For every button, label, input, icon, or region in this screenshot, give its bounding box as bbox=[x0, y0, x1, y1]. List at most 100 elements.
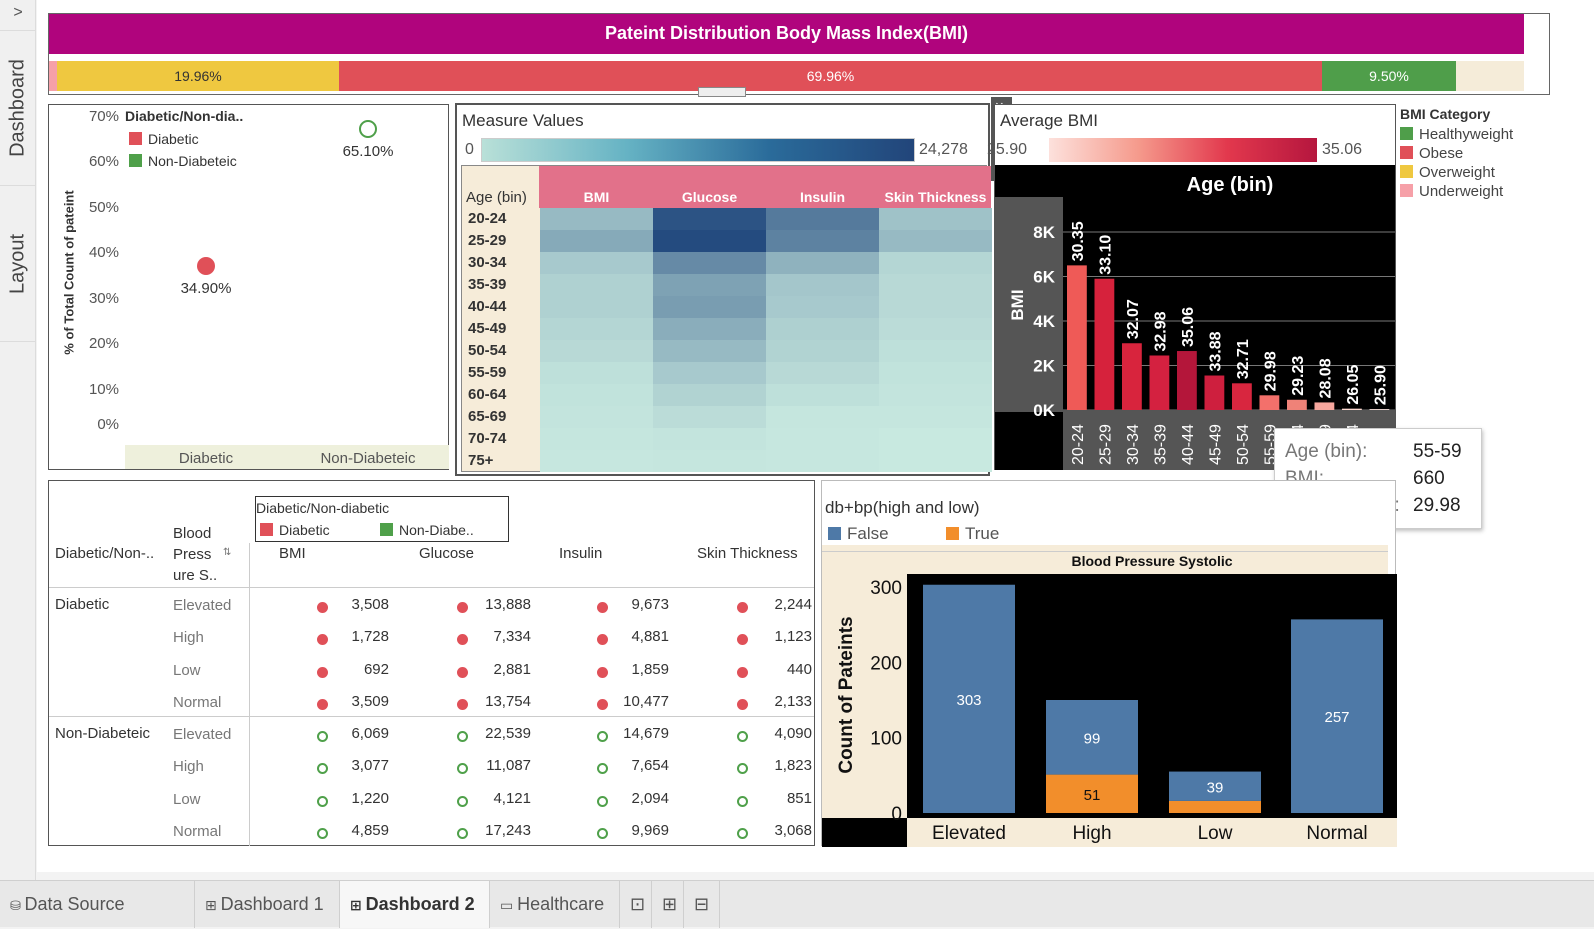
table-cell[interactable]: 13,754 bbox=[441, 693, 531, 710]
column-header[interactable]: Insulin bbox=[766, 189, 879, 205]
heatmap-cell[interactable] bbox=[879, 362, 992, 384]
table-cell[interactable]: 9,673 bbox=[579, 596, 669, 613]
tab-data-source[interactable]: ⛁ Data Source bbox=[0, 881, 195, 928]
heatmap-cell[interactable] bbox=[540, 406, 653, 428]
table-cell[interactable]: 4,881 bbox=[579, 628, 669, 645]
heatmap-cell[interactable] bbox=[540, 340, 653, 362]
table-cell[interactable]: 7,654 bbox=[579, 757, 669, 774]
bar[interactable] bbox=[1204, 375, 1225, 410]
bmi-segment-overweight[interactable]: 19.96% bbox=[57, 61, 339, 91]
legend-item-overweight[interactable]: Overweight bbox=[1400, 164, 1540, 181]
heatmap-cell[interactable] bbox=[766, 318, 879, 340]
heatmap-cell[interactable] bbox=[540, 296, 653, 318]
new-story-button[interactable]: ⊟ bbox=[684, 881, 720, 928]
sidebar-expand-button[interactable]: > bbox=[6, 4, 30, 28]
table-cell[interactable]: 22,539 bbox=[441, 725, 531, 742]
table-cell[interactable]: 1,823 bbox=[722, 757, 812, 774]
table-cell[interactable]: 9,969 bbox=[579, 822, 669, 839]
heatmap-cell[interactable] bbox=[766, 340, 879, 362]
heatmap-cell[interactable] bbox=[879, 208, 992, 230]
tab-dashboard[interactable]: Dashboard bbox=[0, 30, 36, 186]
scatter-point-non-diabetic[interactable] bbox=[359, 120, 377, 139]
table-cell[interactable]: 3,509 bbox=[299, 693, 389, 710]
heatmap-cell[interactable] bbox=[766, 450, 879, 472]
heatmap-cell[interactable] bbox=[653, 208, 766, 230]
table-cell[interactable]: 440 bbox=[722, 661, 812, 678]
column-header[interactable]: Skin Thickness bbox=[879, 189, 992, 205]
heatmap-cell[interactable] bbox=[653, 296, 766, 318]
tab-dashboard-2[interactable]: ⊞ Dashboard 2 bbox=[340, 881, 490, 928]
tab-healthcare[interactable]: ▭ Healthcare bbox=[490, 881, 620, 928]
legend-item-diabetic[interactable]: Diabetic bbox=[260, 522, 330, 538]
heatmap-cell[interactable] bbox=[766, 428, 879, 450]
heatmap-cell[interactable] bbox=[766, 296, 879, 318]
heatmap-cell[interactable] bbox=[879, 340, 992, 362]
heatmap-cell[interactable] bbox=[879, 252, 992, 274]
legend-item-underweight[interactable]: Underweight bbox=[1400, 183, 1540, 200]
table-cell[interactable]: 3,077 bbox=[299, 757, 389, 774]
heatmap-cell[interactable] bbox=[766, 384, 879, 406]
table-cell[interactable]: 4,090 bbox=[722, 725, 812, 742]
heatmap-cell[interactable] bbox=[540, 230, 653, 252]
bmi-segment-underweight[interactable] bbox=[49, 61, 57, 91]
legend-item-true[interactable]: True bbox=[946, 524, 999, 544]
table-cell[interactable]: 692 bbox=[299, 661, 389, 678]
heatmap-cell[interactable] bbox=[653, 274, 766, 296]
heatmap-cell[interactable] bbox=[766, 252, 879, 274]
table-cell[interactable]: 1,728 bbox=[299, 628, 389, 645]
heatmap-cell[interactable] bbox=[540, 318, 653, 340]
column-header[interactable]: Insulin bbox=[559, 545, 602, 562]
heatmap-cell[interactable] bbox=[653, 406, 766, 428]
table-cell[interactable]: 10,477 bbox=[579, 693, 669, 710]
heatmap-cell[interactable] bbox=[540, 252, 653, 274]
heatmap-cell[interactable] bbox=[540, 274, 653, 296]
table-cell[interactable]: 13,888 bbox=[441, 596, 531, 613]
heatmap-cell[interactable] bbox=[766, 230, 879, 252]
heatmap-cell[interactable] bbox=[653, 318, 766, 340]
bar[interactable] bbox=[1314, 402, 1335, 410]
heatmap-cell[interactable] bbox=[653, 362, 766, 384]
bmi-segment-healthyweight[interactable]: 9.50% bbox=[1322, 61, 1456, 91]
heatmap-cell[interactable] bbox=[879, 384, 992, 406]
bar[interactable] bbox=[1067, 265, 1087, 410]
table-cell[interactable]: 2,094 bbox=[579, 790, 669, 807]
bar[interactable] bbox=[1177, 351, 1197, 410]
heatmap-cell[interactable] bbox=[540, 362, 653, 384]
col-header-blood-pressure[interactable]: Blood Press ure S.. bbox=[173, 523, 225, 586]
legend-item-obese[interactable]: Obese bbox=[1400, 145, 1540, 162]
heatmap-cell[interactable] bbox=[879, 296, 992, 318]
bar[interactable] bbox=[1094, 278, 1115, 410]
heatmap-cell[interactable] bbox=[653, 384, 766, 406]
tab-layout[interactable]: Layout bbox=[0, 186, 36, 342]
table-cell[interactable]: 14,679 bbox=[579, 725, 669, 742]
heatmap-cell[interactable] bbox=[653, 450, 766, 472]
column-header[interactable]: Glucose bbox=[653, 189, 766, 205]
heatmap-cell[interactable] bbox=[766, 274, 879, 296]
heatmap-cell[interactable] bbox=[879, 450, 992, 472]
table-cell[interactable]: 1,123 bbox=[722, 628, 812, 645]
table-cell[interactable]: 1,220 bbox=[299, 790, 389, 807]
scatter-point-diabetic[interactable] bbox=[197, 257, 215, 276]
legend-item-false[interactable]: False bbox=[828, 524, 889, 544]
legend-item-non-diabetic[interactable]: Non-Diabe.. bbox=[380, 522, 474, 538]
heatmap-cell[interactable] bbox=[540, 384, 653, 406]
bar[interactable] bbox=[1287, 399, 1307, 410]
bar[interactable] bbox=[1342, 408, 1362, 410]
new-worksheet-button[interactable]: ⊡ bbox=[620, 881, 652, 928]
tab-dashboard-1[interactable]: ⊞ Dashboard 1 bbox=[195, 881, 340, 928]
table-cell[interactable]: 4,121 bbox=[441, 790, 531, 807]
table-cell[interactable]: 851 bbox=[722, 790, 812, 807]
legend-item-diabetic[interactable]: Diabetic bbox=[129, 131, 199, 147]
table-cell[interactable]: 4,859 bbox=[299, 822, 389, 839]
heatmap-cell[interactable] bbox=[540, 428, 653, 450]
column-header[interactable]: BMI bbox=[540, 189, 653, 205]
bar[interactable] bbox=[1259, 395, 1280, 410]
bar[interactable] bbox=[1369, 409, 1390, 410]
table-cell[interactable]: 11,087 bbox=[441, 757, 531, 774]
bar[interactable] bbox=[1149, 355, 1170, 410]
table-cell[interactable]: 1,859 bbox=[579, 661, 669, 678]
column-header[interactable]: Skin Thickness bbox=[697, 545, 798, 562]
table-cell[interactable]: 2,244 bbox=[722, 596, 812, 613]
table-cell[interactable]: 6,069 bbox=[299, 725, 389, 742]
legend-item-healthyweight[interactable]: Healthyweight bbox=[1400, 126, 1540, 143]
